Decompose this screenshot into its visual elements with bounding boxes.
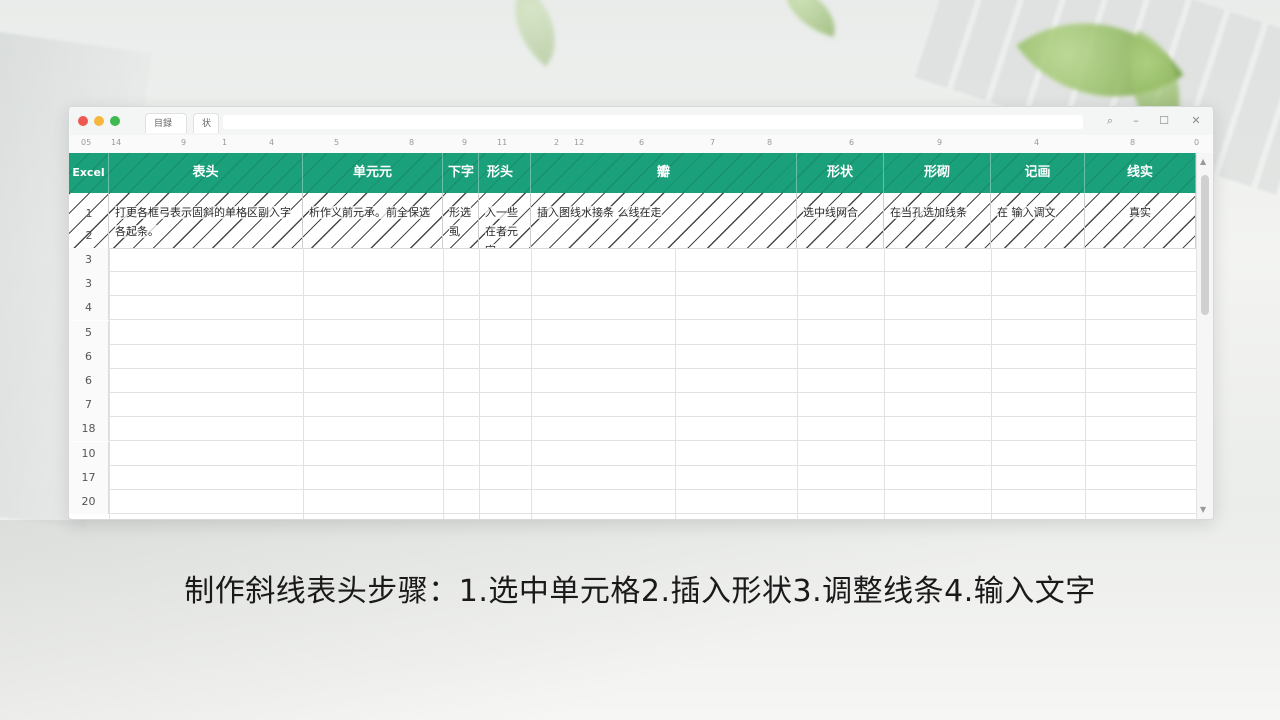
ruler-tick: 4 — [1034, 138, 1040, 147]
row-number[interactable]: 1 — [69, 207, 109, 220]
diagonal-header-cell[interactable]: 真实 — [1085, 193, 1196, 248]
close-icon[interactable]: ✕ — [1189, 114, 1203, 128]
row-number[interactable]: 6 — [69, 369, 109, 393]
cell-text: 插入图线水接条 么线在走 — [537, 206, 662, 219]
table-row[interactable]: 3 — [69, 248, 1196, 272]
row-number[interactable]: 7 — [69, 393, 109, 418]
diagonal-header-cell[interactable]: 打更各框弓表示固斜的单格区副入字各起条。 — [109, 193, 303, 248]
background-leaf — [492, 0, 578, 67]
diagonal-header-cell[interactable]: 选中线网合 — [797, 193, 884, 248]
background-leaf — [775, 0, 845, 38]
column-header[interactable]: 形状 — [797, 153, 884, 193]
tab-1[interactable]: 目録 — [145, 113, 187, 133]
ruler-tick: 9 — [181, 138, 187, 147]
ruler-tick: 1 — [222, 138, 228, 147]
cell-text: 打更各框弓表示固斜的单格区副入字各起条。 — [115, 206, 291, 238]
title-bar: 目録 状 ⌕ – ☐ ✕ — [69, 107, 1213, 136]
ruler-tick: 8 — [767, 138, 773, 147]
excel-corner-label: Excel — [69, 153, 109, 193]
ruler-tick: 6 — [849, 138, 855, 147]
column-header[interactable]: 单元元 — [303, 153, 443, 193]
diagonal-header-cell[interactable]: 在 输入调文 — [991, 193, 1085, 248]
header-row: Excel 表头 单元元 下字 形头瓣形状 形砌 记画 线实 — [69, 153, 1196, 193]
scroll-up-icon[interactable]: ▲ — [1200, 157, 1206, 166]
maximize-icon[interactable]: ☐ — [1157, 114, 1171, 128]
ruler-tick: 8 — [409, 138, 415, 147]
column-header[interactable]: 瓣 — [531, 153, 797, 193]
diagonal-header-cell[interactable]: 插入图线水接条 么线在走 — [531, 193, 797, 248]
row-number[interactable]: 4 — [69, 296, 109, 321]
minimize-dot-icon[interactable] — [94, 116, 104, 126]
table-row[interactable]: 20 — [69, 490, 1196, 514]
row-number[interactable]: 17 — [69, 465, 109, 490]
tab-2[interactable]: 状 — [193, 113, 219, 133]
row-number[interactable]: 20 — [69, 490, 109, 514]
table-row[interactable]: 6 — [69, 369, 1196, 393]
cell-text: 析作义前元承。前全保选 — [309, 206, 430, 219]
column-header[interactable]: 线实 — [1085, 153, 1196, 193]
spreadsheet-window: 目録 状 ⌕ – ☐ ✕ 05 14 9 1 4 5 8 9 11 2 12 6 7 8 6 9 4 8 0 Exc… — [68, 106, 1214, 520]
ruler-tick: 0 — [1194, 138, 1200, 147]
table-row[interactable]: 6 — [69, 344, 1196, 369]
address-bar[interactable] — [223, 115, 1083, 129]
vertical-scrollbar[interactable]: ▲ ▼ — [1196, 153, 1213, 519]
ruler-tick: 9 — [937, 138, 943, 147]
scroll-down-icon[interactable]: ▼ — [1200, 505, 1206, 514]
zoom-dot-icon[interactable] — [110, 116, 120, 126]
table-row[interactable]: 17 — [69, 465, 1196, 490]
ruler-tick: 11 — [497, 138, 508, 147]
diagonal-header-row: 1 2 打更各框弓表示固斜的单格区副入字各起条。 析作义前元承。前全保选 形选虱 入一些在… — [69, 193, 1196, 249]
table-row[interactable]: 18 — [69, 417, 1196, 442]
search-icon[interactable]: ⌕ — [1103, 114, 1117, 128]
table-row[interactable]: 5 — [69, 320, 1196, 345]
ruler-tick: 6 — [639, 138, 645, 147]
grid-body: 3 3 4 5 6 6 7 18 10 17 20 — [69, 248, 1196, 519]
ruler-tick: 7 — [710, 138, 716, 147]
cell-text: 在 输入调文 — [997, 206, 1056, 219]
diagonal-header-cell[interactable]: 形选虱 — [443, 193, 479, 248]
row-number[interactable]: 3 — [69, 272, 109, 297]
ruler-tick: 5 — [334, 138, 340, 147]
column-header[interactable]: 记画 — [991, 153, 1085, 193]
minimize-icon[interactable]: – — [1129, 114, 1143, 128]
column-header[interactable]: 表头 — [109, 153, 303, 193]
row-number[interactable]: 5 — [69, 320, 109, 345]
ruler-tick: 14 — [111, 138, 122, 147]
ruler-tick: 9 — [462, 138, 468, 147]
diagonal-header-cell[interactable]: 在当孔选加线条 — [884, 193, 991, 248]
column-header[interactable]: 形头 — [479, 153, 531, 193]
cell-text: 形选虱 — [449, 206, 471, 238]
row-number[interactable]: 3 — [69, 248, 109, 272]
row-number[interactable]: 6 — [69, 344, 109, 369]
ruler-tick: 8 — [1130, 138, 1136, 147]
caption-text: 制作斜线表头步骤：1.选中单元格2.插入形状3.调整线条4.输入文字 — [184, 574, 1096, 609]
scroll-thumb[interactable] — [1201, 175, 1209, 315]
table-row[interactable]: 7 — [69, 393, 1196, 418]
column-ruler: 05 14 9 1 4 5 8 9 11 2 12 6 7 8 6 9 4 8 0 — [69, 135, 1213, 154]
cell-text: 在当孔选加线条 — [890, 206, 967, 219]
background-shadow — [0, 520, 1280, 720]
cell-text: 选中线网合 — [803, 206, 858, 219]
diagonal-header-cell[interactable]: 析作义前元承。前全保选 — [303, 193, 443, 248]
ruler-tick: 05 — [81, 138, 92, 147]
row-number[interactable]: 2 — [69, 229, 109, 242]
ruler-tick: 12 — [574, 138, 585, 147]
table-row[interactable]: 3 — [69, 272, 1196, 297]
table-row[interactable]: 4 — [69, 296, 1196, 321]
row-number[interactable]: 10 — [69, 441, 109, 466]
column-header[interactable]: 下字 — [443, 153, 479, 193]
close-dot-icon[interactable] — [78, 116, 88, 126]
ruler-tick: 4 — [269, 138, 275, 147]
table-row[interactable]: 10 — [69, 441, 1196, 466]
column-header[interactable]: 形砌 — [884, 153, 991, 193]
diagonal-header-cell[interactable]: 入一些在者元字 — [479, 193, 531, 248]
cell-text: 真实 — [1129, 206, 1151, 219]
row-number[interactable]: 18 — [69, 417, 109, 442]
ruler-tick: 2 — [554, 138, 560, 147]
cell-text: 入一些在者元字 — [485, 206, 518, 248]
